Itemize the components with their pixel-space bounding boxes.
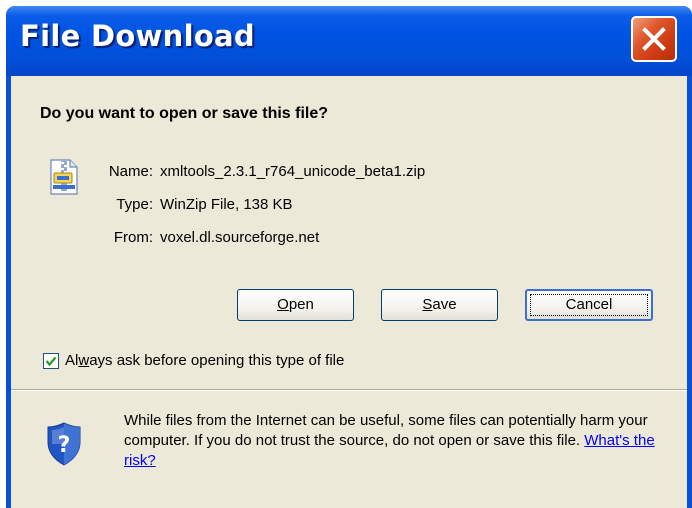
file-download-dialog: File Download Do you want to open or sav… (6, 6, 692, 508)
file-name-value: xmltools_2.3.1_r764_unicode_beta1.zip (160, 163, 426, 180)
security-shield-icon: ? (47, 422, 81, 466)
checkmark-icon (45, 356, 57, 367)
title-bar[interactable]: File Download (6, 6, 692, 76)
dialog-title: File Download (20, 19, 255, 53)
always-ask-label[interactable]: Always ask before opening this type of f… (65, 352, 344, 369)
always-ask-label-end: ays ask before opening this type of file (89, 352, 345, 369)
always-ask-checkbox[interactable] (43, 353, 59, 369)
save-button[interactable]: Save (381, 289, 498, 321)
cancel-button[interactable]: Cancel (525, 289, 653, 321)
file-name-label: Name: (108, 163, 153, 180)
download-question: Do you want to open or save this file? (40, 105, 329, 122)
warning-message: While files from the Internet can be use… (124, 412, 648, 449)
file-type-value: WinZip File, 138 KB (160, 196, 293, 213)
always-ask-accesskey: w (78, 352, 90, 369)
security-warning: While files from the Internet can be use… (124, 411, 679, 471)
open-button-label: pen (288, 296, 314, 313)
file-from-value: voxel.dl.sourceforge.net (160, 229, 320, 246)
focus-rectangle (530, 294, 648, 316)
file-type-label: Type: (116, 196, 153, 213)
open-button[interactable]: Open (237, 289, 354, 321)
close-icon (642, 27, 666, 51)
svg-text:?: ? (58, 433, 71, 458)
dialog-body: Do you want to open or save this file? N… (11, 76, 687, 508)
always-ask-label-start: Al (65, 352, 79, 369)
divider (11, 389, 687, 391)
file-from-label: From: (113, 229, 153, 246)
save-button-accesskey: S (422, 296, 433, 313)
save-button-label: ave (432, 296, 457, 313)
close-button[interactable] (631, 16, 677, 62)
open-button-accesskey: O (277, 296, 289, 313)
